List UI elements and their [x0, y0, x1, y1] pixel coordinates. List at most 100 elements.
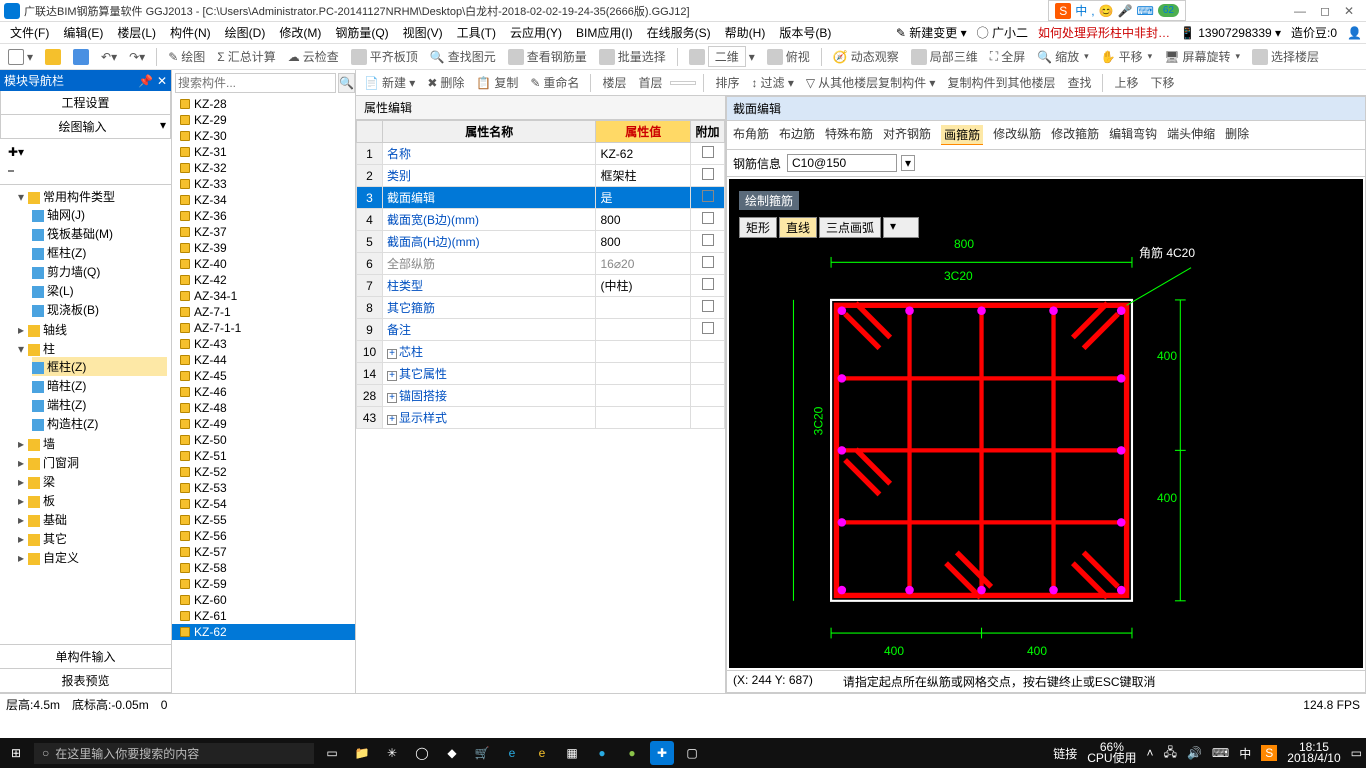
tree-zhu[interactable]: 柱框柱(Z)暗柱(Z)端柱(Z)构造柱(Z) [18, 339, 167, 434]
select-floor-button[interactable]: 选择楼层 [1248, 46, 1323, 67]
tree-item[interactable]: 框柱(Z) [32, 243, 167, 262]
menu-3[interactable]: 构件(N) [164, 22, 217, 43]
link-label[interactable]: 链接 [1053, 745, 1077, 762]
ops-复制[interactable]: 📋 复制 [472, 72, 522, 93]
volume-icon[interactable]: 🔊 [1187, 746, 1202, 760]
section-canvas[interactable]: 绘制箍筋 矩形 直线 三点画弧 ▾ [729, 179, 1363, 668]
tab-project-settings[interactable]: 工程设置 [0, 91, 171, 115]
ops-从其他楼层复制构件[interactable]: ▽ 从其他楼层复制构件 ▾ [802, 72, 940, 93]
ops-首层[interactable]: 首层 [634, 72, 666, 93]
cpu-meter[interactable]: 66%CPU使用 [1087, 742, 1136, 764]
section-tab[interactable]: 画箍筋 [941, 125, 983, 145]
prop-row[interactable]: 43+显示样式 [357, 407, 725, 429]
list-item[interactable]: KZ-37 [172, 224, 355, 240]
list-item[interactable]: KZ-54 [172, 496, 355, 512]
prop-row[interactable]: 10+芯柱 [357, 341, 725, 363]
prop-row[interactable]: 14+其它属性 [357, 363, 725, 385]
action-center-icon[interactable]: ▭ [1351, 746, 1362, 760]
ops-删除[interactable]: ✖ 删除 [423, 72, 468, 93]
list-item[interactable]: KZ-61 [172, 608, 355, 624]
batch-select-button[interactable]: 批量选择 [595, 46, 670, 67]
find-element-button[interactable]: 🔍 查找图元 [426, 46, 500, 67]
tree-folder[interactable]: 基础 [18, 510, 167, 529]
list-item[interactable]: KZ-31 [172, 144, 355, 160]
ops-重命名[interactable]: ✎ 重命名 [526, 72, 583, 93]
app-icon-1[interactable]: 📁 [350, 741, 374, 765]
prop-row[interactable]: 9备注 [357, 319, 725, 341]
list-item[interactable]: AZ-7-1-1 [172, 320, 355, 336]
tab-draw-input[interactable]: 绘图输入 ▾ [0, 115, 171, 139]
ops-上移[interactable]: 上移 [1110, 72, 1142, 93]
task-view-icon[interactable]: ▭ [320, 741, 344, 765]
save-button[interactable] [69, 47, 93, 67]
menu-2[interactable]: 楼层(L) [111, 22, 162, 43]
list-item[interactable]: KZ-51 [172, 448, 355, 464]
edge-icon[interactable]: e [500, 741, 524, 765]
list-item[interactable]: KZ-59 [172, 576, 355, 592]
fullscreen-button[interactable]: ⛶ 全屏 [986, 46, 1029, 67]
phone-label[interactable]: 📱 13907298339 ▾ [1180, 26, 1281, 40]
section-tab[interactable]: 布边筋 [779, 125, 815, 145]
menu-13[interactable]: 版本号(B) [773, 22, 837, 43]
clock[interactable]: 18:152018/4/10 [1287, 742, 1340, 764]
top-view-button[interactable]: 俯视 [763, 46, 814, 67]
property-table[interactable]: 属性名称 属性值 附加 1名称KZ-622类别框架柱3截面编辑是4截面宽(B边)… [356, 120, 725, 429]
section-tab[interactable]: 对齐钢筋 [883, 125, 931, 145]
menu-6[interactable]: 钢筋量(Q) [329, 22, 394, 43]
tree-item[interactable]: 端柱(Z) [32, 395, 167, 414]
component-list[interactable]: KZ-28KZ-29KZ-30KZ-31KZ-32KZ-33KZ-34KZ-36… [172, 96, 355, 693]
ops-新建[interactable]: 📄 新建 ▾ [360, 72, 419, 93]
component-tree[interactable]: 常用构件类型轴网(J)筏板基础(M)框柱(Z)剪力墙(Q)梁(L)现浇板(B)轴… [0, 185, 171, 644]
tab-single-input[interactable]: 单构件输入 [0, 645, 171, 669]
section-tab[interactable]: 特殊布筋 [825, 125, 873, 145]
tree-item[interactable]: 梁(L) [32, 281, 167, 300]
flat-top-button[interactable]: 平齐板顶 [347, 46, 422, 67]
tree-folder[interactable]: 梁 [18, 472, 167, 491]
rebar-info-dropdown[interactable]: ▾ [901, 155, 915, 171]
section-tab[interactable]: 端头伸缩 [1167, 125, 1215, 145]
list-item[interactable]: KZ-45 [172, 368, 355, 384]
app-icon-6[interactable]: ▦ [560, 741, 584, 765]
list-item[interactable]: KZ-43 [172, 336, 355, 352]
list-item[interactable]: KZ-56 [172, 528, 355, 544]
list-item[interactable]: KZ-58 [172, 560, 355, 576]
start-button[interactable]: ⊞ [4, 741, 28, 765]
close-button[interactable]: ✕ [1344, 4, 1354, 18]
tree-folder[interactable]: 板 [18, 491, 167, 510]
list-item[interactable]: KZ-39 [172, 240, 355, 256]
list-item[interactable]: KZ-48 [172, 400, 355, 416]
section-tab[interactable]: 修改纵筋 [993, 125, 1041, 145]
list-item[interactable]: KZ-32 [172, 160, 355, 176]
tree-item[interactable]: 轴网(J) [32, 205, 167, 224]
shape-color-button[interactable]: ▾ [883, 217, 919, 238]
prop-row[interactable]: 7柱类型(中柱) [357, 275, 725, 297]
tool-icon-2[interactable]: ⎯ [4, 161, 167, 180]
tree-item[interactable]: 构造柱(Z) [32, 414, 167, 433]
ops-排序[interactable]: 排序 [711, 72, 743, 93]
prop-row[interactable]: 3截面编辑是 [357, 187, 725, 209]
s-tray-icon[interactable]: S [1261, 745, 1277, 761]
list-item[interactable]: KZ-50 [172, 432, 355, 448]
undo-button[interactable]: ↶▾ [97, 48, 121, 66]
tree-item[interactable]: 框柱(Z) [32, 357, 167, 376]
tree-folder[interactable]: 轴线 [18, 320, 167, 339]
new-file-button[interactable]: ▾ [4, 47, 37, 67]
menu-7[interactable]: 视图(V) [397, 22, 449, 43]
shape-line-button[interactable]: 直线 [779, 217, 817, 238]
new-change-button[interactable]: ✎ 新建变更 ▾ [896, 24, 967, 41]
taskbar-search[interactable]: ○ 在这里输入你要搜索的内容 [34, 743, 314, 764]
list-item[interactable]: KZ-28 [172, 96, 355, 112]
view-rebar-button[interactable]: 查看钢筋量 [504, 46, 591, 67]
ops-下移[interactable]: 下移 [1146, 72, 1178, 93]
ops-过滤[interactable]: ↕ 过滤 ▾ [747, 72, 797, 93]
search-button[interactable]: 🔍 [338, 73, 355, 93]
user-button[interactable]: ◯ 广小二 [977, 24, 1028, 41]
cloud-check-button[interactable]: ☁ 云检查 [284, 46, 343, 67]
app-icon-8[interactable]: ● [620, 741, 644, 765]
list-item[interactable]: AZ-7-1 [172, 304, 355, 320]
network-icon[interactable]: 🖧 [1164, 743, 1177, 764]
menu-1[interactable]: 编辑(E) [57, 22, 109, 43]
app-icon-2[interactable]: ✳ [380, 741, 404, 765]
close-panel-icon[interactable]: ✕ [157, 74, 167, 88]
prop-row[interactable]: 2类别框架柱 [357, 165, 725, 187]
